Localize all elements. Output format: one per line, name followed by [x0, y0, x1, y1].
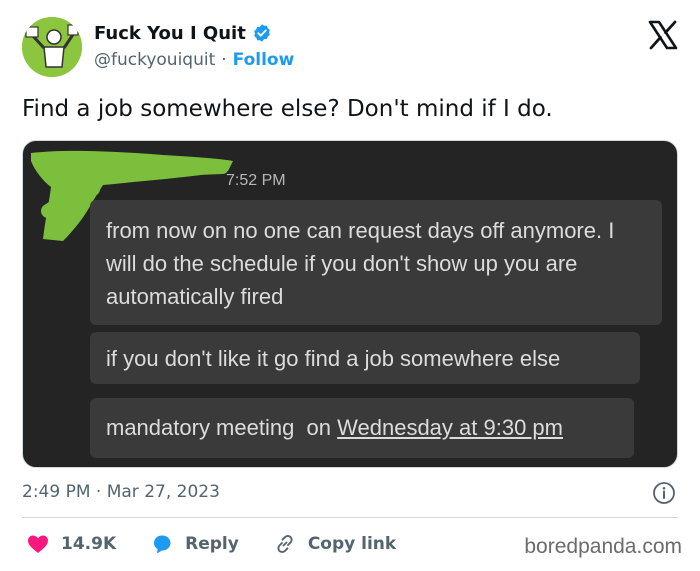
watermark: boredpanda.com	[524, 535, 682, 558]
message-text: from now on no one can request days off …	[106, 218, 615, 309]
meeting-date-link: Wednesday at 9:30 pm	[337, 415, 563, 440]
author-handle[interactable]: @fuckyouiquit	[94, 50, 215, 70]
like-button[interactable]: 14.9K	[26, 532, 116, 556]
verified-badge-icon	[253, 24, 270, 42]
follow-button[interactable]: Follow	[233, 50, 295, 70]
tweet-text: Find a job somewhere else? Don't mind if…	[22, 96, 553, 122]
like-count: 14.9K	[61, 534, 117, 554]
message-bubble: from now on no one can request days off …	[90, 200, 662, 325]
author-block: Fuck You I Quit @fuckyouiquit · Follow	[94, 22, 295, 71]
heart-icon	[28, 535, 48, 553]
copy-link-button[interactable]: Copy link	[273, 532, 396, 556]
avatar[interactable]	[22, 17, 82, 77]
message-bubble: mandatory meeting on Wednesday at 9:30 p…	[90, 398, 634, 458]
info-icon[interactable]	[652, 481, 676, 505]
avatar-figure-icon	[22, 17, 82, 77]
action-bar: 14.9K Reply Copy link	[26, 530, 430, 558]
message-text: mandatory meeting on	[106, 415, 338, 440]
author-name[interactable]: Fuck You I Quit	[94, 23, 246, 44]
tweet-timestamp[interactable]: 2:49 PM · Mar 27, 2023	[22, 482, 220, 502]
message-text: if you don't like it go find a job somew…	[106, 346, 561, 371]
copy-link-label: Copy link	[307, 534, 397, 554]
handle-separator: ·	[221, 50, 227, 70]
message-time: 7:52 PM	[226, 172, 286, 189]
x-logo-icon[interactable]	[648, 20, 678, 50]
reply-button[interactable]: Reply	[150, 532, 239, 556]
tweet-media[interactable]: 7:52 PM from now on no one can request d…	[22, 140, 678, 468]
message-bubble: if you don't like it go find a job somew…	[90, 332, 640, 384]
reply-label: Reply	[185, 534, 239, 554]
reply-bubble-icon	[154, 535, 171, 554]
link-icon	[277, 535, 293, 553]
divider	[22, 517, 678, 518]
